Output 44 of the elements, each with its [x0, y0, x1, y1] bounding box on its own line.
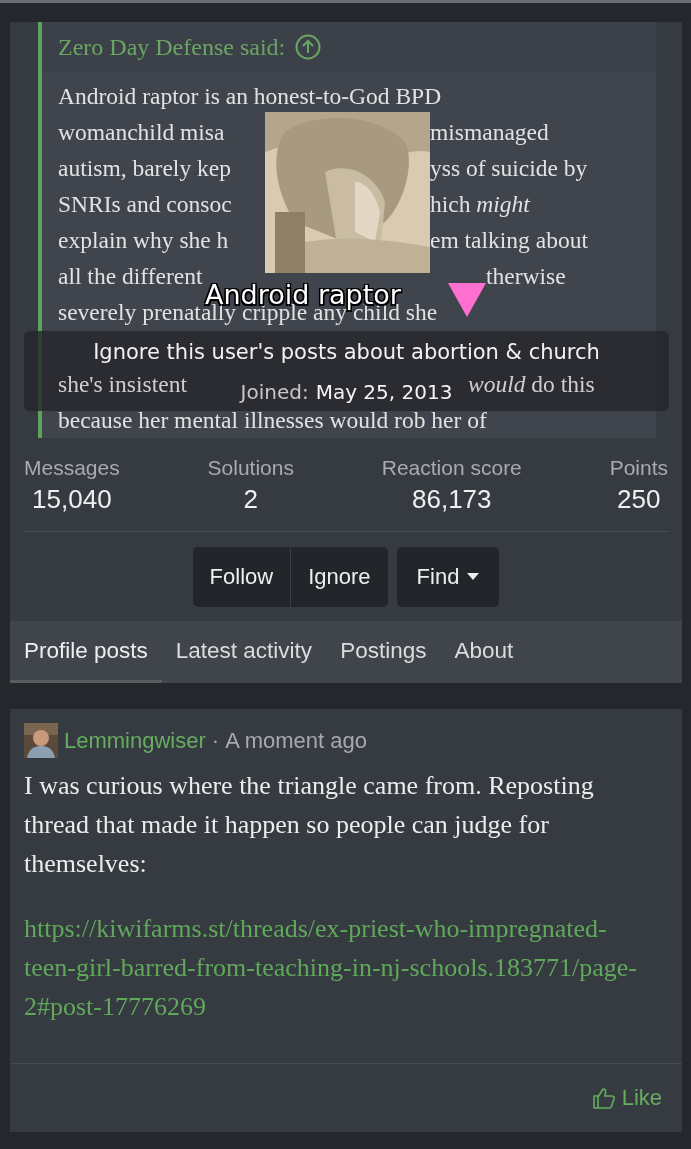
- post-link[interactable]: https://kiwifarms.st/threads/ex-priest-who-impregnated-teen-girl-barred-from-teaching-in-nj-schools.183771/page-2#post-17776269: [24, 909, 649, 1026]
- stat-label: Solutions: [207, 456, 294, 480]
- tab[interactable]: Latest activity: [161, 621, 327, 683]
- quote-text: autism, barely kep: [58, 154, 232, 182]
- quote-text: would do this: [468, 370, 595, 398]
- arrow-up-circle-icon[interactable]: [295, 34, 322, 60]
- separator: ·: [211, 727, 220, 754]
- caret-icon: [467, 573, 480, 581]
- user-title: Ignore this user's posts about abortion & church: [92, 340, 601, 364]
- avatar-icon[interactable]: [24, 723, 58, 758]
- quote-text: all the different: [58, 262, 204, 290]
- triangle-icon: [448, 283, 486, 317]
- stat-value: 250: [617, 484, 661, 515]
- joined-date: May 25, 2013: [315, 380, 453, 404]
- quote-text: explain why she h: [58, 226, 230, 254]
- dropdown-button[interactable]: Find: [396, 547, 500, 607]
- quote-text: yss of suicide by: [430, 154, 588, 182]
- stat-label: Messages: [24, 456, 120, 480]
- author-link[interactable]: Lemmingwiser: [64, 727, 206, 754]
- action-button[interactable]: Ignore: [290, 547, 388, 607]
- quote-text: womanchild misa: [58, 118, 226, 146]
- post-text: I was curious where the triangle came from. Reposting thread that made it happen so people can judge for themselves:: [23, 770, 595, 880]
- quote-text: mismanaged: [430, 118, 549, 146]
- quote-text: SNRIs and consoc: [58, 190, 233, 218]
- stat-value: 15,040: [32, 484, 112, 515]
- stat-value: 2: [243, 484, 258, 515]
- quote-text: Android raptor is an honest-to-God BPD: [58, 82, 442, 110]
- joined-label: Joined:: [240, 380, 309, 404]
- tab[interactable]: About: [440, 621, 528, 683]
- tab[interactable]: Postings: [326, 621, 441, 683]
- quote-text: she's insistent: [58, 370, 188, 398]
- action-button[interactable]: Follow: [192, 547, 291, 607]
- tab[interactable]: Profile posts: [10, 621, 162, 683]
- like-button[interactable]: Like: [585, 1084, 668, 1112]
- thumbs-up-icon: [591, 1086, 616, 1110]
- stat-label: Reaction score: [381, 456, 522, 480]
- stat-value: 86,173: [412, 484, 492, 515]
- quote-text: therwise: [486, 262, 566, 290]
- post-time: A moment ago: [225, 727, 368, 754]
- quote-author: Zero Day Defense said:: [58, 33, 286, 61]
- stat-label: Points: [609, 456, 668, 480]
- quote-text: because her mental illnesses would rob her of: [58, 406, 487, 434]
- quote-text: em talking about: [430, 226, 588, 254]
- quote-text: hich might: [430, 190, 530, 218]
